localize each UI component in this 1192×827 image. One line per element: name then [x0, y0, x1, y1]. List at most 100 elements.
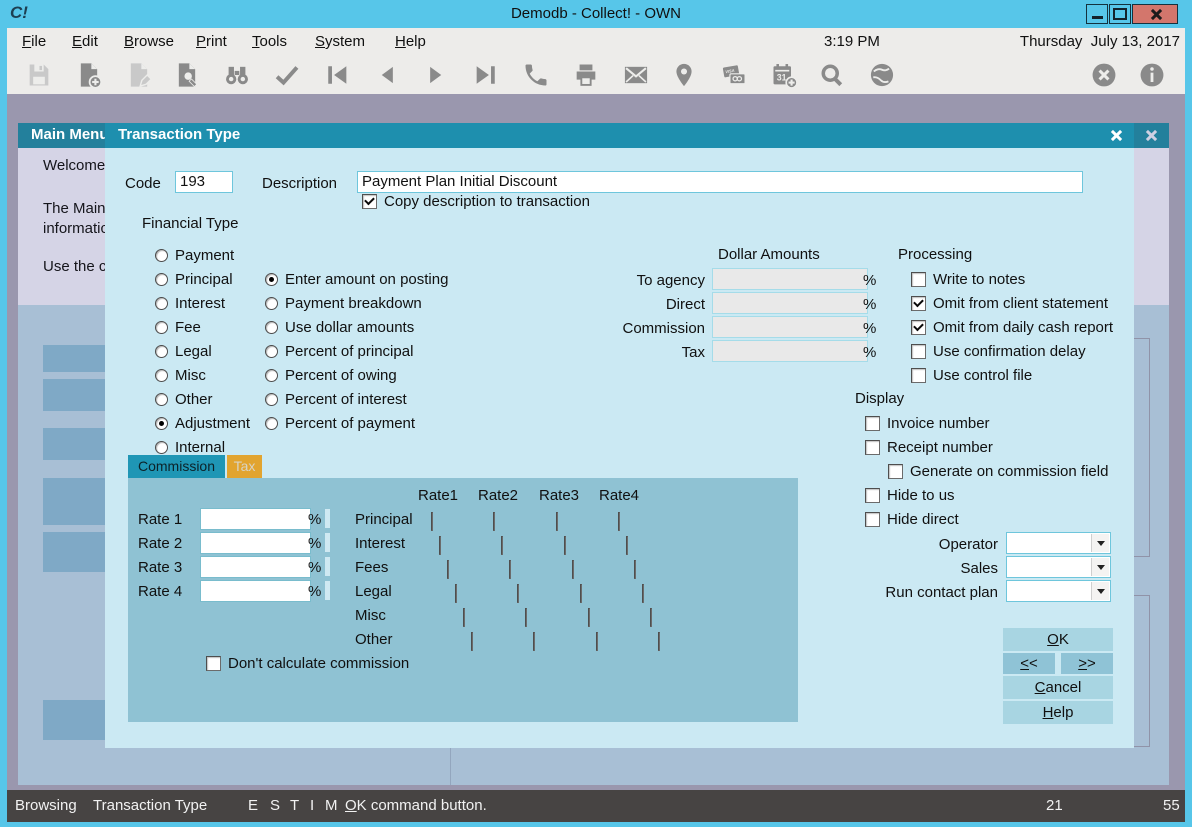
- operator-combo[interactable]: [1006, 532, 1111, 554]
- close-circle-icon[interactable]: [1090, 61, 1118, 89]
- rate1-field[interactable]: [200, 508, 311, 530]
- cb-interest-rate1[interactable]: [439, 536, 441, 555]
- email-icon[interactable]: [622, 61, 650, 89]
- generate-commission-checkbox[interactable]: [888, 463, 903, 479]
- cb-fees-rate1[interactable]: [447, 560, 449, 579]
- binoculars-icon[interactable]: [223, 61, 251, 89]
- credit-card-icon[interactable]: VISA: [720, 61, 748, 89]
- adjustment-radio[interactable]: [155, 416, 168, 430]
- previous-page-button[interactable]: <<: [1003, 653, 1055, 674]
- cancel-button[interactable]: Cancel: [1003, 676, 1113, 699]
- tab-commission[interactable]: Commission: [128, 455, 225, 478]
- next-record-icon[interactable]: [422, 61, 450, 89]
- sales-combo[interactable]: [1006, 556, 1111, 578]
- cb-fees-rate4[interactable]: [634, 560, 636, 579]
- menu-file[interactable]: File: [22, 33, 46, 50]
- confirm-check-icon[interactable]: [273, 61, 301, 89]
- cb-misc-rate1[interactable]: [463, 608, 465, 627]
- cb-other-rate4[interactable]: [658, 632, 660, 651]
- invoice-number-checkbox[interactable]: [865, 415, 880, 431]
- print-icon[interactable]: [572, 61, 600, 89]
- cb-principal-rate4[interactable]: [618, 512, 620, 531]
- chevron-down-icon[interactable]: [1091, 534, 1109, 552]
- help-button[interactable]: Help: [1003, 701, 1113, 724]
- write-to-notes-checkbox[interactable]: [911, 271, 926, 287]
- ok-button[interactable]: OK: [1003, 628, 1113, 651]
- cb-other-rate3[interactable]: [596, 632, 598, 651]
- menu-tools[interactable]: Tools: [252, 33, 287, 50]
- chevron-down-icon[interactable]: [1091, 558, 1109, 576]
- fee-radio[interactable]: [155, 320, 168, 334]
- cb-legal-rate1[interactable]: [455, 584, 457, 603]
- menu-help[interactable]: Help: [395, 33, 426, 50]
- cb-misc-rate3[interactable]: [588, 608, 590, 627]
- minimize-button[interactable]: [1086, 4, 1108, 24]
- cb-misc-rate4[interactable]: [650, 608, 652, 627]
- cb-legal-rate2[interactable]: [517, 584, 519, 603]
- dont-calculate-checkbox[interactable]: [206, 655, 221, 671]
- last-record-icon[interactable]: [472, 61, 500, 89]
- cb-principal-rate3[interactable]: [556, 512, 558, 531]
- map-pin-icon[interactable]: [670, 61, 698, 89]
- cb-other-rate1[interactable]: [471, 632, 473, 651]
- omit-client-statement-checkbox[interactable]: [911, 295, 926, 311]
- internal-radio[interactable]: [155, 440, 168, 454]
- percent-principal-radio[interactable]: [265, 344, 278, 358]
- chevron-down-icon[interactable]: [1091, 582, 1109, 600]
- cb-other-rate2[interactable]: [533, 632, 535, 651]
- edit-document-icon[interactable]: [125, 61, 153, 89]
- payment-radio[interactable]: [155, 248, 168, 262]
- legal-radio[interactable]: [155, 344, 168, 358]
- code-field[interactable]: 193: [175, 171, 233, 193]
- hide-direct-checkbox[interactable]: [865, 511, 880, 527]
- close-button[interactable]: [1132, 4, 1178, 24]
- phone-icon[interactable]: [522, 61, 550, 89]
- principal-radio[interactable]: [155, 272, 168, 286]
- to-agency-field[interactable]: [712, 268, 868, 290]
- percent-interest-radio[interactable]: [265, 392, 278, 406]
- tab-tax[interactable]: Tax: [227, 455, 262, 478]
- find-document-icon[interactable]: [173, 61, 201, 89]
- confirmation-delay-checkbox[interactable]: [911, 343, 926, 359]
- calendar-add-icon[interactable]: 31: [770, 61, 798, 89]
- other-radio[interactable]: [155, 392, 168, 406]
- omit-daily-cash-checkbox[interactable]: [911, 319, 926, 335]
- dialog-close-icon[interactable]: [1109, 129, 1122, 142]
- use-dollar-amounts-radio[interactable]: [265, 320, 278, 334]
- description-field[interactable]: Payment Plan Initial Discount: [357, 171, 1083, 193]
- misc-radio[interactable]: [155, 368, 168, 382]
- info-circle-icon[interactable]: [1138, 61, 1166, 89]
- tax-field[interactable]: [712, 340, 868, 362]
- save-icon[interactable]: [25, 61, 53, 89]
- cb-principal-rate1[interactable]: [431, 512, 433, 531]
- receipt-number-checkbox[interactable]: [865, 439, 880, 455]
- rate4-field[interactable]: [200, 580, 311, 602]
- menu-print[interactable]: Print: [196, 33, 227, 50]
- control-file-checkbox[interactable]: [911, 367, 926, 383]
- previous-record-icon[interactable]: [373, 61, 401, 89]
- percent-payment-radio[interactable]: [265, 416, 278, 430]
- main-menu-close-icon[interactable]: [1144, 129, 1157, 142]
- cb-legal-rate3[interactable]: [580, 584, 582, 603]
- copy-description-checkbox[interactable]: [362, 193, 377, 209]
- cb-principal-rate2[interactable]: [493, 512, 495, 531]
- cb-legal-rate4[interactable]: [642, 584, 644, 603]
- rate2-field[interactable]: [200, 532, 311, 554]
- first-record-icon[interactable]: [323, 61, 351, 89]
- rate3-field[interactable]: [200, 556, 311, 578]
- commission-field[interactable]: [712, 316, 868, 338]
- menu-browse[interactable]: Browse: [124, 33, 174, 50]
- new-document-icon[interactable]: [75, 61, 103, 89]
- percent-owing-radio[interactable]: [265, 368, 278, 382]
- cb-interest-rate4[interactable]: [626, 536, 628, 555]
- run-contact-plan-combo[interactable]: [1006, 580, 1111, 602]
- cb-interest-rate2[interactable]: [501, 536, 503, 555]
- cb-fees-rate3[interactable]: [572, 560, 574, 579]
- next-page-button[interactable]: >>: [1061, 653, 1113, 674]
- maximize-button[interactable]: [1109, 4, 1131, 24]
- direct-field[interactable]: [712, 292, 868, 314]
- enter-amount-radio[interactable]: [265, 272, 278, 286]
- menu-system[interactable]: System: [315, 33, 365, 50]
- search-icon[interactable]: [818, 61, 846, 89]
- hide-to-us-checkbox[interactable]: [865, 487, 880, 503]
